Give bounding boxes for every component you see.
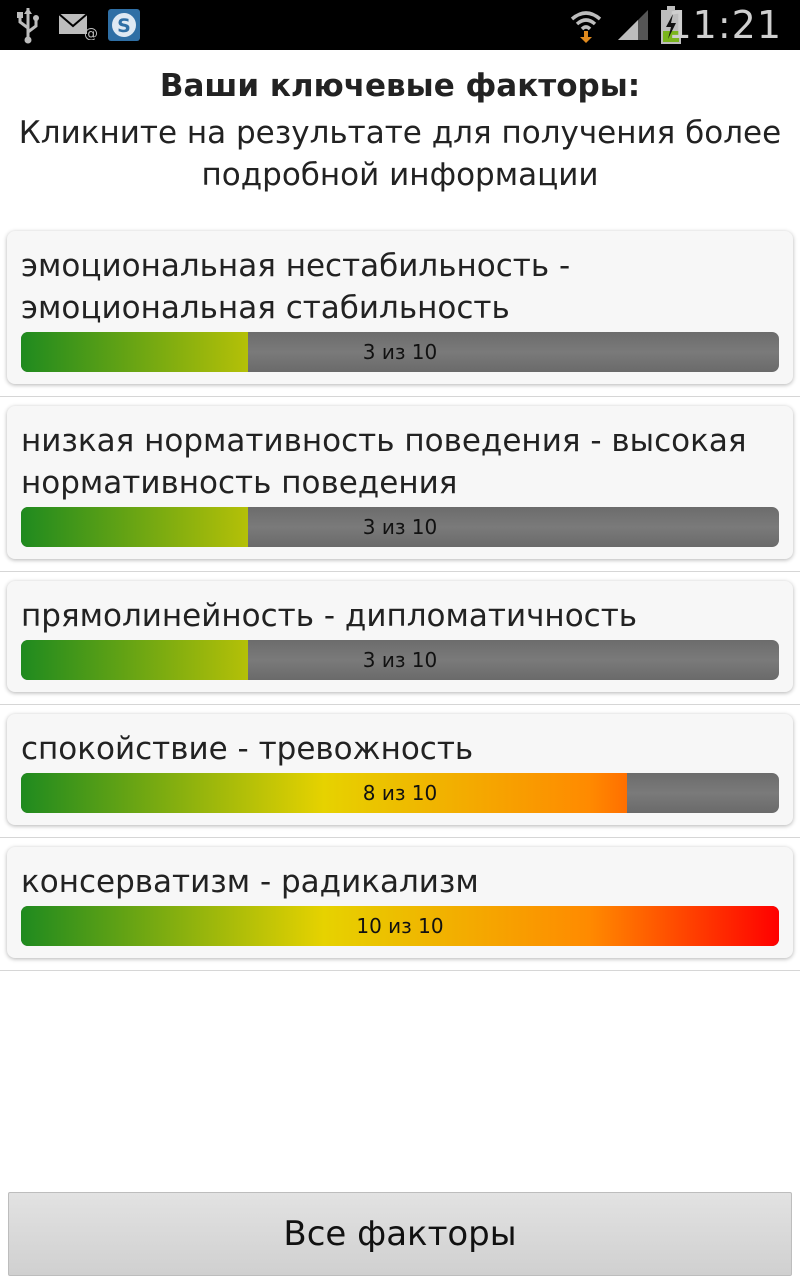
factor-row: эмоциональная нестабильность - эмоционал… xyxy=(0,222,800,397)
score-text: 8 из 10 xyxy=(362,781,438,805)
factor-card[interactable]: прямолинейность - дипломатичность 3 из 1… xyxy=(7,581,793,692)
signal-icon xyxy=(614,0,652,50)
status-time: 11:21 xyxy=(667,3,782,47)
factor-row: консерватизм - радикализм 10 из 10 xyxy=(0,838,800,971)
factor-label: эмоциональная нестабильность - эмоционал… xyxy=(21,248,571,326)
factor-label: консерватизм - радикализм xyxy=(21,864,479,900)
score-bar: 3 из 10 xyxy=(21,507,779,547)
header: Ваши ключевые факторы: Кликните на резул… xyxy=(0,60,800,196)
score-bar: 3 из 10 xyxy=(21,332,779,372)
factor-row: спокойствие - тревожность 8 из 10 xyxy=(0,705,800,838)
score-text: 3 из 10 xyxy=(362,340,438,364)
factor-row: низкая нормативность поведения - высокая… xyxy=(0,397,800,572)
mail-icon: @ xyxy=(56,0,100,50)
score-bar: 8 из 10 xyxy=(21,773,779,813)
factor-label: прямолинейность - дипломатичность xyxy=(21,598,638,634)
factor-list: эмоциональная нестабильность - эмоционал… xyxy=(0,222,800,971)
svg-text:S: S xyxy=(117,15,131,37)
skype-icon: S xyxy=(106,0,142,50)
all-factors-button[interactable]: Все факторы xyxy=(8,1192,792,1276)
usb-icon xyxy=(10,0,46,50)
score-text: 3 из 10 xyxy=(362,515,438,539)
score-bar: 3 из 10 xyxy=(21,640,779,680)
svg-text:@: @ xyxy=(84,26,98,40)
factor-card[interactable]: спокойствие - тревожность 8 из 10 xyxy=(7,714,793,825)
factor-label: низкая нормативность поведения - высокая… xyxy=(21,423,747,501)
status-bar: @ S 11:21 xyxy=(0,0,800,50)
factor-label: спокойствие - тревожность xyxy=(21,731,474,767)
page-subtitle: Кликните на результате для получения бол… xyxy=(18,115,782,193)
score-bar: 10 из 10 xyxy=(21,906,779,946)
wifi-icon xyxy=(566,0,606,50)
page-title: Ваши ключевые факторы: xyxy=(159,68,641,104)
factor-card[interactable]: консерватизм - радикализм 10 из 10 xyxy=(7,847,793,958)
score-text: 3 из 10 xyxy=(362,648,438,672)
factor-card[interactable]: эмоциональная нестабильность - эмоционал… xyxy=(7,231,793,384)
factor-row: прямолинейность - дипломатичность 3 из 1… xyxy=(0,572,800,705)
score-text: 10 из 10 xyxy=(356,914,444,938)
factor-card[interactable]: низкая нормативность поведения - высокая… xyxy=(7,406,793,559)
